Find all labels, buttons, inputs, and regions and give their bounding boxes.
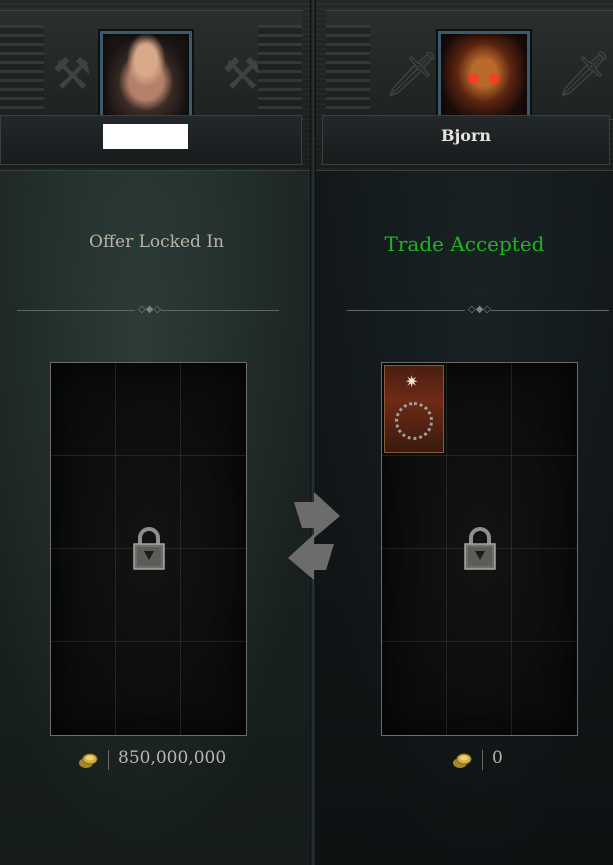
lock-icon [132, 527, 165, 570]
partner-gold-offer: 0 [452, 748, 552, 772]
divider-ornament: ◇◆◇ [17, 305, 279, 315]
divider-gem-icon: ◇◆◇ [138, 304, 162, 315]
partner-header: 🗡 🗡 Bjorn [316, 0, 613, 171]
unique-star-icon: ✷ [405, 372, 419, 391]
my-header: ⚒ ⚒ [0, 0, 313, 171]
gold-separator [108, 750, 109, 770]
my-trade-status: Offer Locked In [89, 232, 224, 252]
partner-name-plate: Bjorn [322, 115, 610, 165]
my-header-frame: ⚒ ⚒ [0, 10, 303, 123]
gold-coins-icon [453, 753, 472, 768]
partner-character-portrait [438, 31, 530, 123]
my-player-name [103, 124, 188, 149]
thorn-crown-item[interactable]: ✷ [384, 365, 444, 453]
header-groove-decoration [258, 25, 302, 121]
my-gold-offer: 850,000,000 [78, 748, 258, 772]
partner-trade-status: Trade Accepted [384, 232, 545, 256]
partner-gold-amount: 0 [492, 748, 503, 768]
my-offer-grid [50, 362, 247, 736]
axe-ornament-icon: ⚒ [52, 49, 92, 100]
header-groove-decoration [0, 25, 44, 121]
trade-exchange-arrows-icon [288, 492, 340, 580]
partner-player-name: Bjorn [440, 126, 492, 145]
divider-gem-icon: ◇◆◇ [468, 304, 492, 315]
dagger-ornament-icon: 🗡 [384, 49, 440, 100]
lock-icon [463, 527, 496, 570]
gold-coins-icon [79, 753, 98, 768]
partner-header-frame: 🗡 🗡 [326, 10, 613, 123]
divider-ornament: ◇◆◇ [347, 305, 609, 315]
my-trade-panel: ⚒ ⚒ Offer Locked In ◇◆◇ 850,000,000 [0, 0, 313, 865]
gold-separator [482, 750, 483, 770]
my-character-portrait [100, 31, 192, 123]
header-groove-decoration [326, 25, 370, 121]
partner-trade-panel: 🗡 🗡 Bjorn Trade Accepted ◇◆◇ ✷ 0 [316, 0, 613, 865]
my-gold-amount: 850,000,000 [118, 748, 227, 768]
thorn-crown-item-icon [395, 402, 433, 440]
my-name-plate [0, 115, 302, 165]
axe-ornament-icon: ⚒ [222, 49, 262, 100]
partner-offer-grid: ✷ [381, 362, 578, 736]
dagger-ornament-icon: 🗡 [556, 49, 612, 100]
